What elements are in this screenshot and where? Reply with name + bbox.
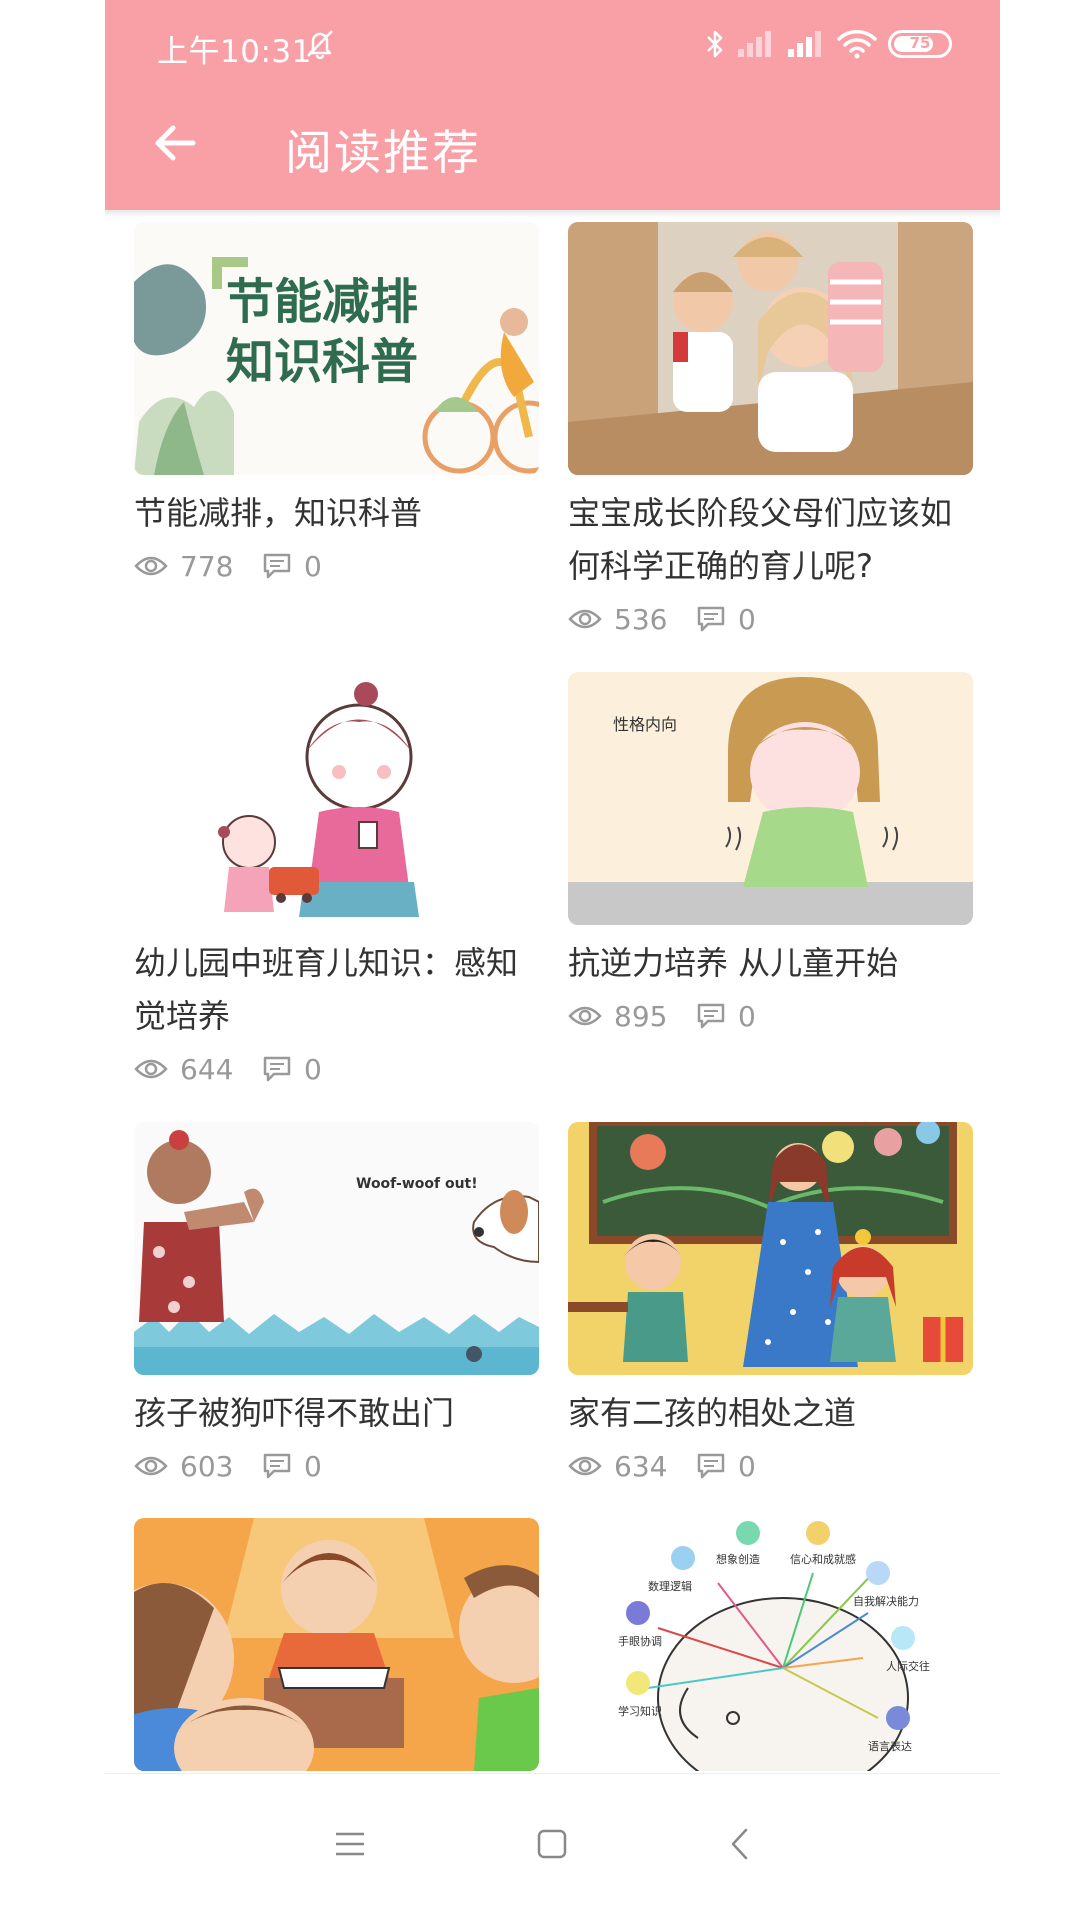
comment-icon bbox=[263, 1453, 291, 1479]
chevron-left-icon bbox=[731, 1828, 748, 1860]
status-bar: 上午10:31 75 bbox=[105, 0, 1000, 90]
view-count: 644 bbox=[180, 1052, 234, 1086]
article-meta: 778 0 bbox=[134, 546, 539, 586]
comment-count: 0 bbox=[304, 1052, 322, 1086]
header-shadow bbox=[105, 210, 1000, 218]
thumbnail-label: 手眼协调 bbox=[618, 1634, 662, 1648]
system-navigation-bar bbox=[105, 1773, 1000, 1920]
eye-icon bbox=[568, 1456, 602, 1476]
article-thumbnail[interactable]: Woof-woof out! bbox=[134, 1122, 539, 1375]
app-screen: 上午10:31 75 阅读推荐 节能减排 知识科普 节能减排，知识科普 778 … bbox=[105, 0, 1000, 1920]
comment-count: 0 bbox=[738, 1449, 756, 1483]
article-title[interactable]: 宝宝成长阶段父母们应该如何科学正确的育儿呢? bbox=[568, 487, 973, 593]
article-card[interactable]: 宝宝成长阶段父母们应该如何科学正确的育儿呢? 536 0 bbox=[568, 222, 973, 639]
article-thumbnail[interactable]: 数理逻辑 想象创造 信心和成就感 自我解决能力 手眼协调 人际交往 学习知识 语… bbox=[568, 1518, 973, 1771]
article-meta: 895 0 bbox=[568, 996, 973, 1036]
comment-icon bbox=[697, 1453, 725, 1479]
bluetooth-icon bbox=[707, 30, 723, 58]
eye-icon bbox=[134, 1059, 168, 1079]
thumbnail-label: 自我解决能力 bbox=[853, 1594, 919, 1608]
comment-count: 0 bbox=[738, 602, 756, 636]
nav-back-button[interactable] bbox=[710, 1814, 770, 1874]
thumbnail-text-line2: 知识科普 bbox=[226, 334, 418, 390]
comment-icon bbox=[697, 1003, 725, 1029]
thumbnail-text-line1: 节能减排 bbox=[226, 274, 418, 330]
thumbnail-label: 想象创造 bbox=[716, 1552, 760, 1566]
article-card[interactable]: 性格内向 抗逆力培养 从儿童开始 895 0 bbox=[568, 672, 973, 1036]
eye-icon bbox=[134, 1456, 168, 1476]
view-count: 778 bbox=[180, 549, 234, 583]
view-count: 895 bbox=[614, 999, 668, 1033]
status-icons: 75 bbox=[704, 24, 952, 64]
notification-muted-icon bbox=[307, 30, 333, 60]
comment-count: 0 bbox=[304, 549, 322, 583]
article-thumbnail[interactable]: 节能减排 知识科普 bbox=[134, 222, 539, 475]
article-thumbnail[interactable] bbox=[134, 672, 539, 925]
article-title[interactable]: 幼儿园中班育儿知识：感知觉培养 bbox=[134, 937, 539, 1043]
article-thumbnail[interactable] bbox=[568, 1122, 973, 1375]
article-thumbnail[interactable] bbox=[134, 1518, 539, 1771]
eye-icon bbox=[568, 1006, 602, 1026]
comment-icon bbox=[263, 553, 291, 579]
article-card[interactable]: Woof-woof out! 孩子被狗吓得不敢出门 603 0 bbox=[134, 1122, 539, 1486]
article-card[interactable]: 家有二孩的相处之道 634 0 bbox=[568, 1122, 973, 1486]
signal-weak-icon bbox=[738, 31, 771, 57]
comment-count: 0 bbox=[304, 1449, 322, 1483]
view-count: 603 bbox=[180, 1449, 234, 1483]
signal-icon bbox=[788, 31, 821, 57]
article-meta: 536 0 bbox=[568, 599, 973, 639]
page-title: 阅读推荐 bbox=[285, 126, 481, 181]
comment-icon bbox=[697, 606, 725, 632]
article-title[interactable]: 节能减排，知识科普 bbox=[134, 487, 539, 540]
menu-icon bbox=[336, 1832, 364, 1856]
square-icon bbox=[537, 1829, 567, 1859]
wifi-icon bbox=[837, 30, 877, 59]
battery-icon: 75 bbox=[888, 30, 952, 58]
article-meta: 603 0 bbox=[134, 1446, 539, 1486]
thumbnail-caption: 性格内向 bbox=[613, 715, 677, 734]
back-button[interactable] bbox=[145, 113, 205, 173]
arrow-left-icon bbox=[155, 125, 196, 161]
thumbnail-caption: Woof-woof out! bbox=[356, 1176, 478, 1192]
app-header: 上午10:31 75 阅读推荐 bbox=[105, 0, 1000, 210]
article-title[interactable]: 孩子被狗吓得不敢出门 bbox=[134, 1387, 539, 1440]
article-card[interactable]: 数理逻辑 想象创造 信心和成就感 自我解决能力 手眼协调 人际交往 学习知识 语… bbox=[568, 1518, 973, 1783]
article-card[interactable]: 幼儿园中班育儿知识：感知觉培养 644 0 bbox=[134, 672, 539, 1089]
article-card[interactable] bbox=[134, 1518, 539, 1783]
article-thumbnail[interactable]: 性格内向 bbox=[568, 672, 973, 925]
thumbnail-label: 数理逻辑 bbox=[648, 1579, 692, 1593]
battery-level: 75 bbox=[909, 34, 931, 52]
article-meta: 634 0 bbox=[568, 1446, 973, 1486]
article-title[interactable]: 家有二孩的相处之道 bbox=[568, 1387, 973, 1440]
eye-icon bbox=[568, 609, 602, 629]
thumbnail-label: 信心和成就感 bbox=[790, 1552, 856, 1566]
thumbnail-label: 语言表达 bbox=[868, 1739, 912, 1753]
view-count: 536 bbox=[614, 602, 668, 636]
article-thumbnail[interactable] bbox=[568, 222, 973, 475]
article-meta: 644 0 bbox=[134, 1049, 539, 1089]
thumbnail-label: 人际交往 bbox=[886, 1659, 930, 1673]
article-card[interactable]: 节能减排 知识科普 节能减排，知识科普 778 0 bbox=[134, 222, 539, 586]
article-title[interactable]: 抗逆力培养 从儿童开始 bbox=[568, 937, 973, 990]
nav-home-button[interactable] bbox=[522, 1814, 582, 1874]
comment-count: 0 bbox=[738, 999, 756, 1033]
comment-icon bbox=[263, 1056, 291, 1082]
thumbnail-label: 学习知识 bbox=[618, 1704, 662, 1718]
eye-icon bbox=[134, 556, 168, 576]
view-count: 634 bbox=[614, 1449, 668, 1483]
status-time: 上午10:31 bbox=[157, 34, 312, 70]
nav-menu-button[interactable] bbox=[320, 1814, 380, 1874]
